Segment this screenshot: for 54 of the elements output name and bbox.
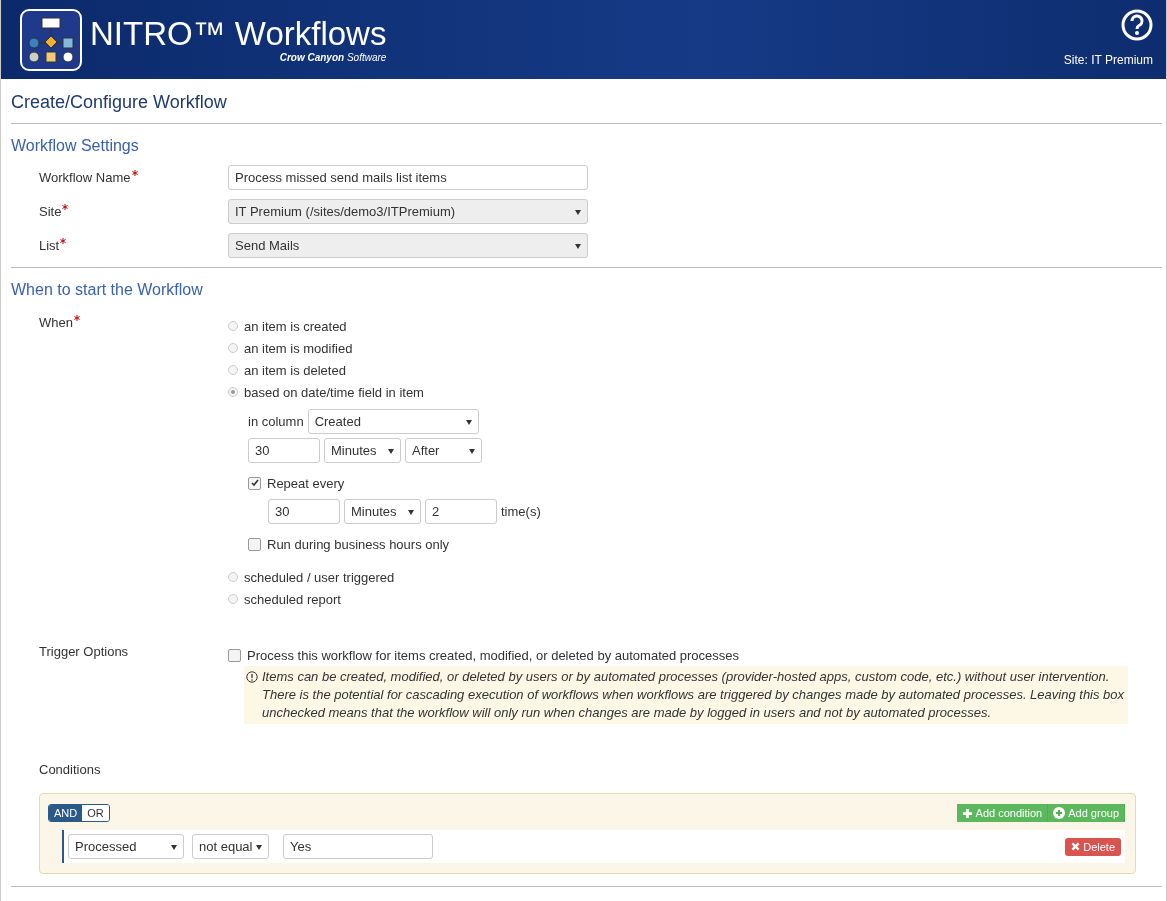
checkbox[interactable] [248,537,261,551]
field-dropdown[interactable]: Processed [68,834,184,859]
unit-dropdown[interactable]: Minutes [344,499,421,524]
field-label: Trigger Options [38,644,130,659]
field-label: List [39,238,60,253]
section-heading: When to start the Workflow [10,280,204,300]
checkbox-label: Process this workflow for items created, modified, or deleted by automated processes [247,647,740,663]
repeat-input[interactable]: 30 [268,499,340,524]
option-label: scheduled report [244,591,341,607]
field-label: Site [39,204,62,219]
warning-icon [246,671,258,683]
logic-toggle[interactable]: AND [49,805,83,821]
brand-name: Crow Canyon Software [279,52,387,63]
radio-button[interactable] [228,321,238,331]
field-label: When [39,315,73,330]
help-icon[interactable] [1121,9,1153,41]
radio-button[interactable] [228,365,238,375]
option-label: based on date/time field in item [244,384,424,400]
count-suffix: time(s) [501,504,541,519]
site-label: Site: IT Premium [1063,53,1153,67]
app-title: NITRO™ Workflows [90,16,387,52]
column-dropdown[interactable]: Created [307,409,479,434]
value-input[interactable]: Yes [283,834,433,859]
field-label: Conditions [38,761,102,777]
offset-input[interactable]: 30 [248,438,320,463]
field-label: in column [248,414,304,429]
radio-button[interactable] [228,387,238,397]
warning-note: Items can be created, modified, or deleted by users or by automated processes (provider-hosted apps, custom code, etc.) without user intervention. There is the potential for cascading execution of workflows when workflows are triggered by changes made by automated processes. Leaving this box unchecked means that the workflow will only run when changes are made by logged in users and not by automated processes. [262,668,1126,722]
plus-icon [961,807,973,819]
option-label: an item is deleted [244,362,346,378]
operator-dropdown[interactable]: not equal [192,834,269,859]
checkmark-icon [250,479,259,487]
plus-circle-icon [1053,807,1066,819]
radio-button[interactable] [228,343,238,353]
logic-toggle[interactable]: OR [82,805,109,821]
option-label: scheduled / user triggered [244,569,395,585]
checkbox-label: Repeat every [267,475,345,491]
unit-dropdown[interactable]: Minutes [324,438,401,463]
count-input[interactable]: 2 [425,499,497,524]
checkbox-label: Run during business hours only [267,536,450,552]
checkbox[interactable] [248,476,261,490]
close-icon [1071,842,1081,851]
section-heading: Workflow Settings [10,136,140,156]
radio-button[interactable] [228,594,238,604]
option-label: an item is modified [244,340,353,356]
flowchart-logo-icon [20,8,82,71]
text-input[interactable]: Process missed send mails list items [228,165,588,190]
radio-button[interactable] [228,572,238,582]
checkbox[interactable] [228,648,241,662]
delete-button[interactable]: Delete [1065,837,1121,856]
direction-dropdown[interactable]: After [405,438,482,463]
field-label: Workflow Name [39,170,131,185]
page-title: Create/Configure Workflow [10,91,228,114]
option-label: an item is created [244,318,347,334]
